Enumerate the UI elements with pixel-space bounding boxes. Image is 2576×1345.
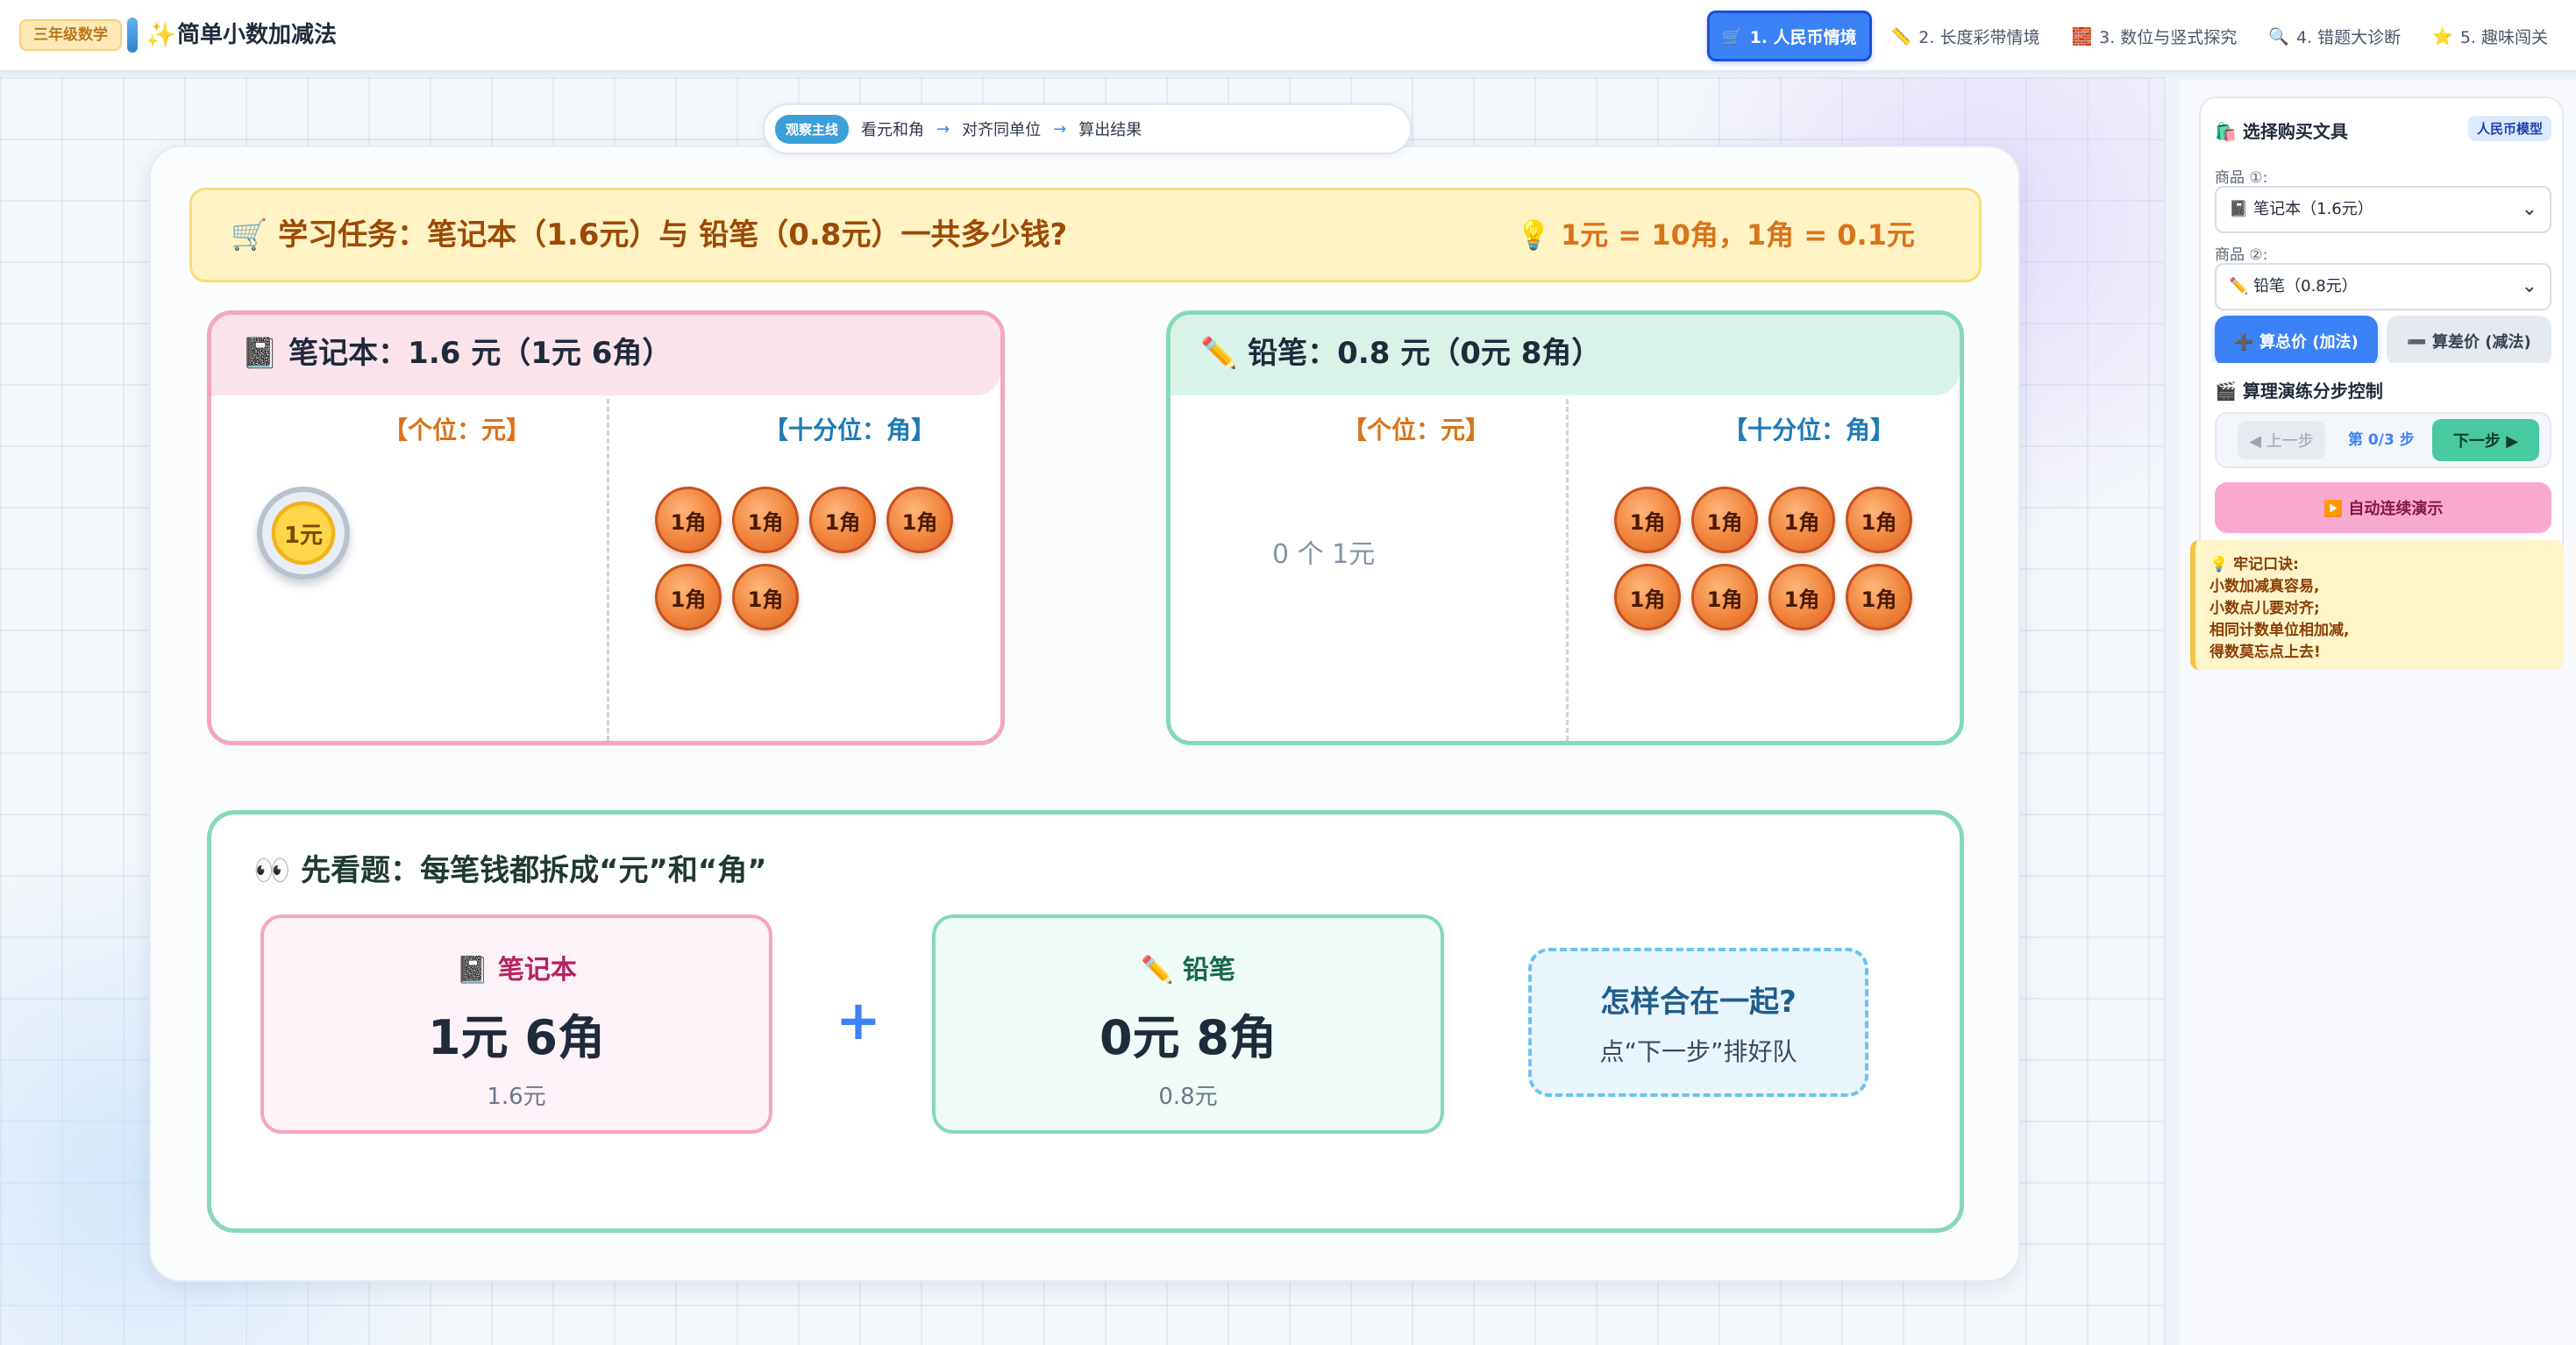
arrow-right-icon: → bbox=[936, 119, 950, 139]
column-divider bbox=[607, 399, 609, 741]
item-card-notebook: 📓 笔记本：1.6 元（1元 6角） 【个位：元】 【十分位：角】 1元 1角 1角… bbox=[207, 310, 1005, 745]
column-divider bbox=[1566, 399, 1569, 741]
item1-label: 商品 ①: bbox=[2215, 169, 2268, 187]
item2-label: 商品 ②: bbox=[2215, 246, 2268, 264]
app-title: 简单小数加减法 bbox=[177, 22, 338, 48]
jiao-coin-icon: 1角 bbox=[1768, 564, 1835, 630]
jiao-coin-icon: 1角 bbox=[655, 564, 722, 630]
select-title: 🛍️ 选择购买文具 bbox=[2215, 121, 2348, 142]
preview-title: 👀 先看题：每笔钱都拆成“元”和“角” bbox=[253, 853, 767, 888]
jiao-coin-icon: 1角 bbox=[1846, 487, 1912, 553]
title-accent-bar bbox=[127, 18, 138, 53]
tab-place-value[interactable]: 🧱 3. 数位与竖式探究 bbox=[2059, 11, 2249, 61]
observe-tag: 观察主线 bbox=[775, 114, 850, 144]
item2-select[interactable]: ✏️ 铅笔（0.8元） ⌄ bbox=[2215, 263, 2551, 310]
jiao-coin-icon: 1角 bbox=[1768, 487, 1835, 553]
jiao-coin-icon: 1角 bbox=[1614, 487, 1681, 553]
tab-error-diagnosis[interactable]: 🔍 4. 错题大诊断 bbox=[2256, 11, 2413, 61]
tab-rmb-scenario[interactable]: 🛒 1. 人民币情境 bbox=[1706, 11, 1872, 61]
notebook-amount-box: 📓 笔记本 1元 6角 1.6元 bbox=[260, 914, 772, 1134]
cart-icon: 🛒 bbox=[1721, 26, 1743, 46]
grade-badge: 三年级数学 bbox=[19, 19, 122, 51]
item-card-pencil: ✏️ 铅笔：0.8 元（0元 8角） 【个位：元】 【十分位：角】 0 个 1元… bbox=[1166, 310, 1964, 745]
add-total-button[interactable]: ➕ 算总价 (加法) bbox=[2215, 316, 2378, 366]
tab-label: 2. 长度彩带情境 bbox=[1918, 27, 2040, 47]
pencil-amount-box: ✏️ 铅笔 0元 8角 0.8元 bbox=[932, 914, 1444, 1134]
ones-place-label: 【个位：元】 bbox=[383, 416, 531, 445]
question-sub: 点“下一步”排好队 bbox=[1599, 1037, 1797, 1066]
item2-value: ✏️ 铅笔（0.8元） bbox=[2229, 277, 2358, 295]
mnemonic-line: 相同计数单位相加减, bbox=[2210, 622, 2350, 639]
mnemonic-line: 得数莫忘点上去! bbox=[2210, 644, 2321, 661]
star-icon: ⭐ bbox=[2432, 26, 2453, 46]
tenths-place-label: 【十分位：角】 bbox=[1723, 416, 1896, 445]
observe-step: 看元和角 bbox=[861, 121, 925, 139]
plus-icon: + bbox=[836, 988, 881, 1052]
box-label: 📓 笔记本 bbox=[456, 955, 577, 986]
bricks-icon: 🧱 bbox=[2071, 26, 2093, 46]
item-title: ✏️ 铅笔：0.8 元（0元 8角） bbox=[1171, 315, 1960, 395]
jiao-coin-icon: 1角 bbox=[1614, 564, 1681, 630]
box-amount: 1元 6角 bbox=[428, 1010, 605, 1065]
mnemonic-line: 小数点儿要对齐; bbox=[2210, 600, 2320, 617]
step-bar: ◀ 上一步 第 0/3 步 下一步 ▶ bbox=[2215, 412, 2551, 468]
box-label: ✏️ 铅笔 bbox=[1141, 955, 1235, 986]
jiao-coin-icon: 1角 bbox=[1691, 487, 1758, 553]
lesson-panel: 🛒 学习任务：笔记本（1.6元）与 铅笔（0.8元）一共多少钱? 💡 1元 = … bbox=[149, 146, 2020, 1282]
tab-label: 5. 趣味闯关 bbox=[2459, 27, 2548, 47]
tenths-place-label: 【十分位：角】 bbox=[764, 416, 936, 445]
tab-ribbon-scenario[interactable]: 📏 2. 长度彩带情境 bbox=[1879, 11, 2053, 61]
mnemonic-line: 小数加减真容易, bbox=[2210, 578, 2320, 595]
tab-fun-challenge[interactable]: ⭐ 5. 趣味闯关 bbox=[2420, 11, 2560, 61]
sparkle-icon: ✨ bbox=[146, 20, 176, 49]
jiao-coin-icon: 1角 bbox=[732, 564, 799, 630]
jiao-coin-icon: 1角 bbox=[886, 487, 953, 553]
observe-step: 对齐同单位 bbox=[962, 121, 1042, 139]
chevron-down-icon: ⌄ bbox=[2521, 198, 2537, 220]
magnifier-icon: 🔍 bbox=[2268, 26, 2289, 46]
select-items-card: 🛍️ 选择购买文具 人民币模型 商品 ①: 📓 笔记本（1.6元） ⌄ 商品 ②… bbox=[2199, 96, 2564, 382]
tab-label: 4. 错题大诊断 bbox=[2295, 27, 2402, 47]
tab-label: 1. 人民币情境 bbox=[1749, 27, 1857, 47]
next-step-button[interactable]: 下一步 ▶ bbox=[2432, 419, 2539, 461]
jiao-coin-icon: 1角 bbox=[732, 487, 799, 553]
yuan-coin-icon: 1元 bbox=[257, 487, 350, 580]
jiao-coin-icon: 1角 bbox=[1691, 564, 1758, 630]
main-stage: 观察主线 看元和角 → 对齐同单位 → 算出结果 🛒 学习任务：笔记本（1.6元… bbox=[0, 77, 2166, 1345]
prev-step-button[interactable]: ◀ 上一步 bbox=[2238, 421, 2325, 459]
auto-demo-button[interactable]: ▶️ 自动连续演示 bbox=[2215, 482, 2551, 533]
question-main: 怎样合在一起? bbox=[1600, 985, 1797, 1020]
ones-place-label: 【个位：元】 bbox=[1342, 416, 1491, 445]
model-badge: 人民币模型 bbox=[2467, 116, 2551, 141]
task-text: 🛒 学习任务：笔记本（1.6元）与 铅笔（0.8元）一共多少钱? bbox=[231, 217, 1068, 253]
item1-value: 📓 笔记本（1.6元） bbox=[2229, 200, 2373, 218]
lesson-tabs: 🛒 1. 人民币情境 📏 2. 长度彩带情境 🧱 3. 数位与竖式探究 🔍 4.… bbox=[1706, 11, 2560, 61]
task-banner: 🛒 学习任务：笔记本（1.6元）与 铅笔（0.8元）一共多少钱? 💡 1元 = … bbox=[189, 188, 1982, 282]
step-title: 🎬 算理演练分步控制 bbox=[2215, 381, 2383, 402]
question-box: 怎样合在一起? 点“下一步”排好队 bbox=[1528, 948, 1868, 1097]
item1-select[interactable]: 📓 笔记本（1.6元） ⌄ bbox=[2215, 186, 2551, 233]
top-bar: 三年级数学 ✨ 简单小数加减法 🛒 1. 人民币情境 📏 2. 长度彩带情境 🧱… bbox=[0, 0, 2576, 72]
mnemonic-line: 💡 牢记口诀: bbox=[2210, 556, 2299, 573]
tab-label: 3. 数位与竖式探究 bbox=[2099, 27, 2238, 47]
step-counter: 第 0/3 步 bbox=[2348, 431, 2415, 449]
box-amount: 0元 8角 bbox=[1099, 1010, 1277, 1065]
observe-step: 算出结果 bbox=[1078, 121, 1142, 139]
zero-yuan-text: 0 个 1元 bbox=[1272, 539, 1376, 570]
preview-card: 👀 先看题：每笔钱都拆成“元”和“角” 📓 笔记本 1元 6角 1.6元 + ✏… bbox=[207, 810, 1964, 1233]
jiao-coin-icon: 1角 bbox=[1846, 564, 1912, 630]
mnemonic-note: 💡 牢记口诀: 小数加减真容易, 小数点儿要对齐; 相同计数单位相加减, 得数莫… bbox=[2190, 540, 2564, 670]
jiao-coin-icon: 1角 bbox=[655, 487, 722, 553]
box-decimal: 1.6元 bbox=[487, 1084, 546, 1110]
arrow-right-icon: → bbox=[1053, 119, 1067, 139]
conversion-hint: 💡 1元 = 10角，1角 = 0.1元 bbox=[1516, 218, 1915, 252]
chevron-down-icon: ⌄ bbox=[2521, 275, 2537, 297]
item-title: 📓 笔记本：1.6 元（1元 6角） bbox=[211, 315, 1000, 395]
jiao-coin-icon: 1角 bbox=[809, 487, 876, 553]
box-decimal: 0.8元 bbox=[1158, 1084, 1218, 1110]
ruler-icon: 📏 bbox=[1890, 26, 1912, 46]
subtract-difference-button[interactable]: ➖ 算差价 (减法) bbox=[2387, 316, 2551, 366]
observe-line: 观察主线 看元和角 → 对齐同单位 → 算出结果 bbox=[763, 103, 1412, 154]
control-sidebar: 🛍️ 选择购买文具 人民币模型 商品 ①: 📓 笔记本（1.6元） ⌄ 商品 ②… bbox=[2180, 81, 2576, 1345]
